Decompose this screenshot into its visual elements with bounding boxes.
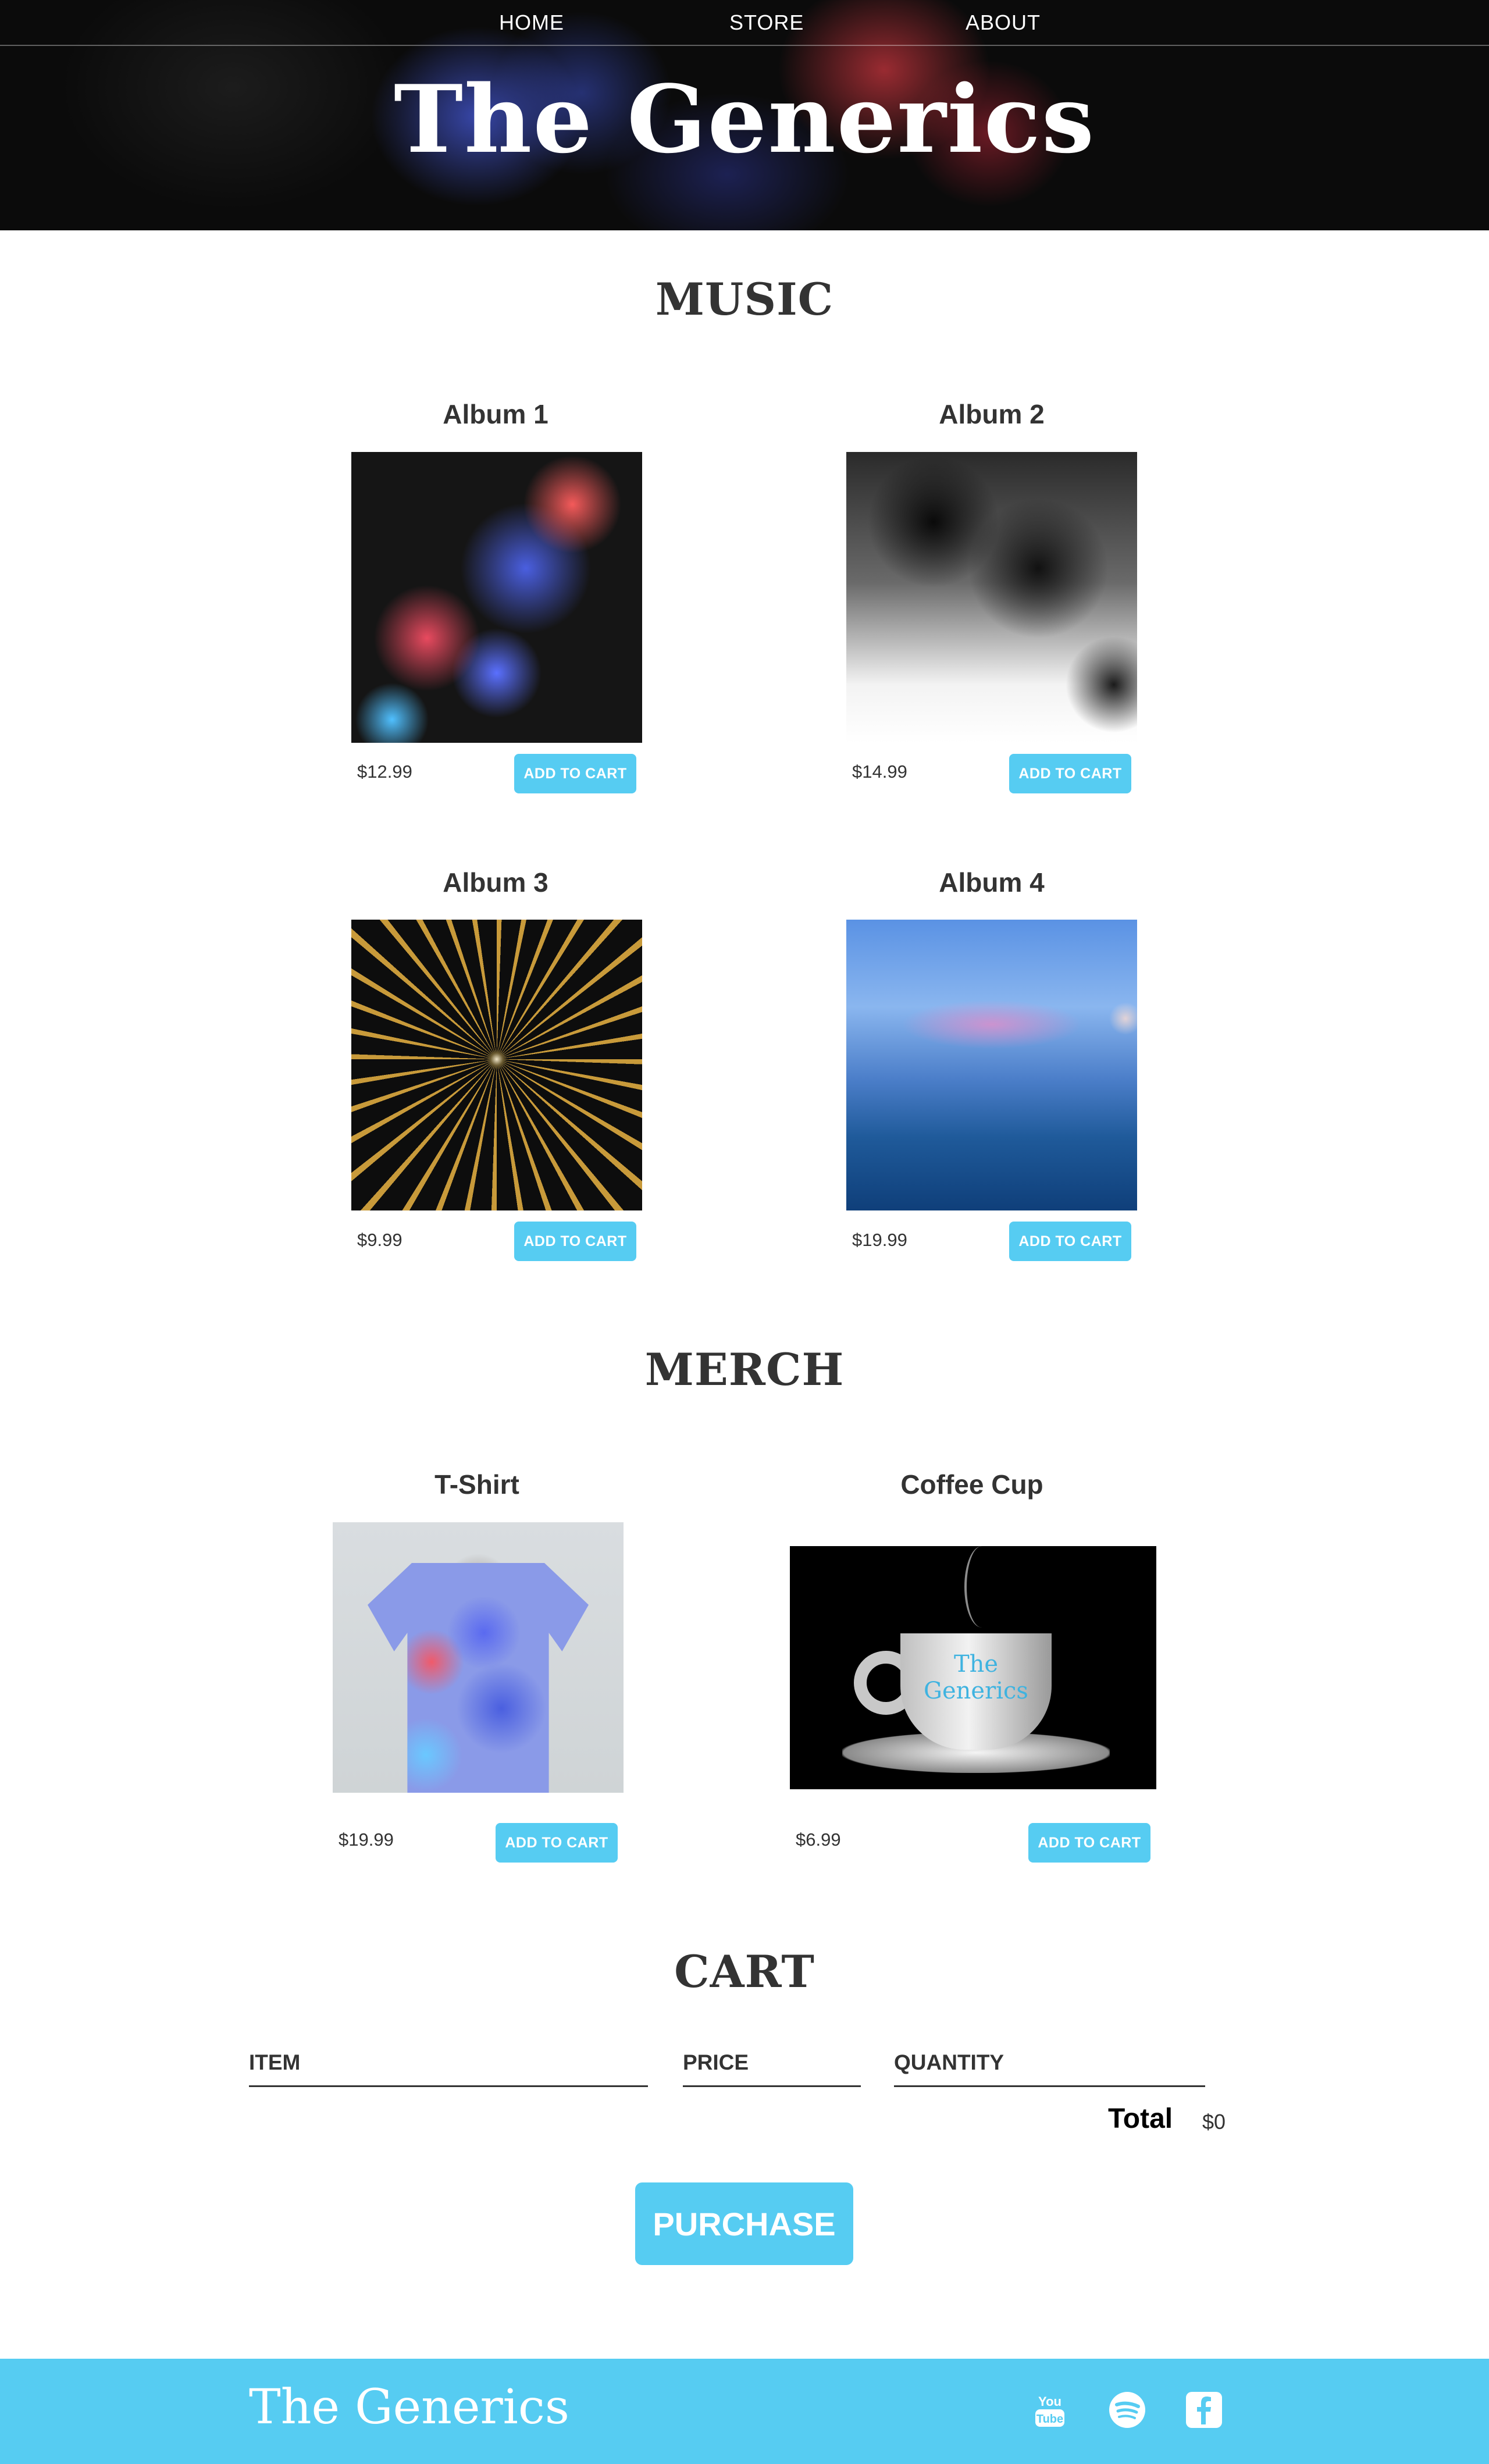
tshirt-image: [333, 1522, 624, 1793]
add-to-cart-button[interactable]: ADD TO CART: [496, 1823, 618, 1863]
facebook-icon[interactable]: [1185, 2391, 1223, 2429]
cup-logo-text: The Generics: [924, 1651, 1028, 1704]
coffee-cup-image: The Generics: [790, 1546, 1156, 1789]
album-price: $12.99: [357, 761, 412, 782]
album-1-card: Album 1 $12.99 ADD TO CART: [350, 398, 642, 794]
album-3-card: Album 3 $9.99 ADD TO CART: [350, 867, 642, 1262]
cart-total-value: $0: [1202, 2110, 1226, 2134]
album-2-card: Album 2 $14.99 ADD TO CART: [846, 398, 1137, 794]
add-to-cart-button[interactable]: ADD TO CART: [1009, 754, 1131, 793]
cart-column-item: ITEM: [249, 2050, 648, 2087]
page-footer: The Generics You Tube: [0, 2359, 1489, 2464]
cart-total-label: Total: [1108, 2103, 1173, 2134]
merch-price: $19.99: [339, 1829, 394, 1850]
band-name-title: The Generics: [393, 65, 1096, 174]
tshirt-graphic: [368, 1563, 589, 1793]
footer-band-name: The Generics: [249, 2380, 569, 2435]
album-4-card: Album 4 $19.99 ADD TO CART: [846, 867, 1137, 1262]
cart-section-title: CART: [674, 1946, 815, 1997]
music-section-title: MUSIC: [655, 273, 834, 325]
cart-column-price: PRICE: [683, 2050, 861, 2087]
album-title: Album 4: [939, 867, 1045, 898]
nav-store-link[interactable]: STORE: [729, 10, 804, 35]
tshirt-card: T-Shirt $19.99 ADD TO CART: [332, 1469, 624, 1876]
merch-title: Coffee Cup: [900, 1469, 1043, 1500]
album-title: Album 1: [443, 399, 548, 429]
add-to-cart-button[interactable]: ADD TO CART: [514, 754, 636, 793]
album-title: Album 3: [443, 867, 548, 898]
album-3-image: [351, 920, 642, 1210]
album-4-image: [846, 920, 1137, 1210]
cart-column-quantity: QUANTITY: [894, 2050, 1205, 2087]
purchase-button[interactable]: PURCHASE: [635, 2182, 853, 2265]
add-to-cart-button[interactable]: ADD TO CART: [1009, 1222, 1131, 1261]
spotify-icon[interactable]: [1108, 2391, 1146, 2429]
album-price: $19.99: [852, 1230, 907, 1250]
add-to-cart-button[interactable]: ADD TO CART: [1028, 1823, 1150, 1863]
youtube-icon[interactable]: You Tube: [1031, 2391, 1069, 2429]
album-1-image: [351, 452, 642, 743]
merch-price: $6.99: [796, 1829, 841, 1850]
svg-text:You: You: [1038, 2394, 1061, 2409]
album-title: Album 2: [939, 399, 1045, 429]
album-2-image: [846, 452, 1137, 743]
merch-title: T-Shirt: [434, 1469, 519, 1500]
nav-home-link[interactable]: HOME: [499, 10, 564, 35]
album-price: $14.99: [852, 761, 907, 782]
svg-text:Tube: Tube: [1036, 2413, 1063, 2426]
album-price: $9.99: [357, 1230, 402, 1250]
coffee-cup-card: Coffee Cup The Generics $6.99 ADD TO CAR…: [789, 1469, 1156, 1876]
steam-graphic: [964, 1546, 999, 1628]
page-header: HOME STORE ABOUT The Generics: [0, 0, 1489, 230]
add-to-cart-button[interactable]: ADD TO CART: [514, 1222, 636, 1261]
merch-section-title: MERCH: [644, 1344, 845, 1395]
nav-about-link[interactable]: ABOUT: [966, 10, 1041, 35]
top-nav: HOME STORE ABOUT: [0, 0, 1489, 46]
